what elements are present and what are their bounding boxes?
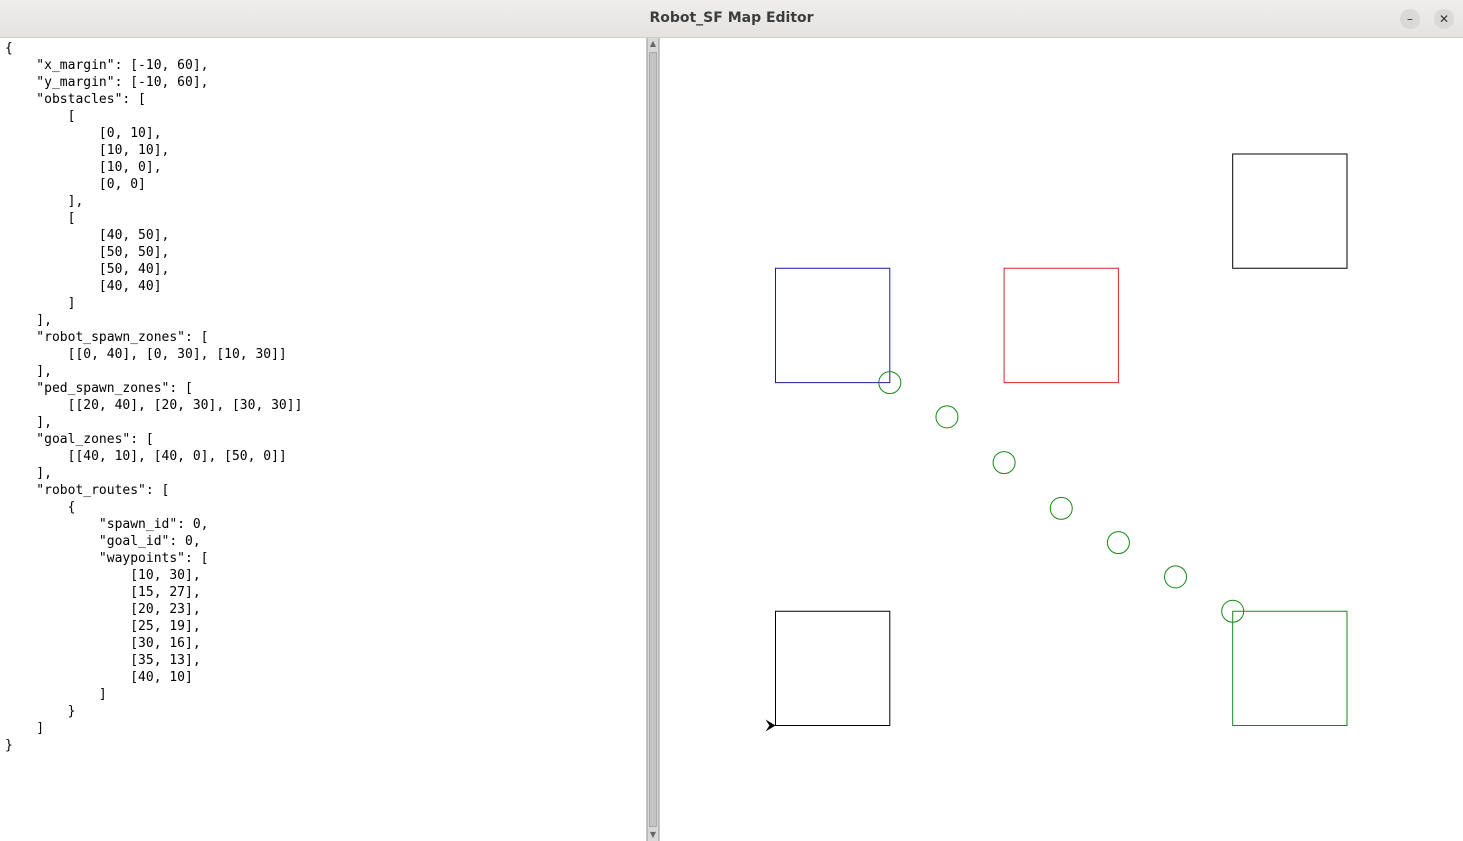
json-editor-pane[interactable]: { "x_margin": [-10, 60], "y_margin": [-1… <box>0 38 647 841</box>
close-button[interactable]: ✕ <box>1434 9 1454 29</box>
waypoint-marker[interactable] <box>1049 496 1073 520</box>
scrollbar-thumb[interactable] <box>649 52 657 827</box>
scroll-up-arrow-icon[interactable]: ▲ <box>648 38 658 50</box>
window-titlebar: Robot_SF Map Editor – ✕ <box>0 0 1463 38</box>
map-canvas-pane[interactable] <box>659 38 1463 841</box>
window-title: Robot_SF Map Editor <box>649 10 814 26</box>
map-canvas[interactable] <box>660 38 1462 841</box>
waypoint-marker[interactable] <box>992 451 1016 475</box>
ped-spawn-zone[interactable] <box>1003 267 1119 384</box>
minimize-button[interactable]: – <box>1400 9 1420 29</box>
robot-arrow-icon[interactable] <box>765 719 776 732</box>
json-editor-text[interactable]: { "x_margin": [-10, 60], "y_margin": [-1… <box>0 38 646 754</box>
waypoint-marker[interactable] <box>1164 565 1188 589</box>
robot-spawn-zone[interactable] <box>775 267 891 384</box>
obstacle-polygon[interactable] <box>775 610 891 726</box>
goal-zone[interactable] <box>1232 610 1348 726</box>
obstacle-polygon[interactable] <box>1232 153 1348 269</box>
waypoint-marker[interactable] <box>1106 531 1130 555</box>
scroll-down-arrow-icon[interactable]: ▼ <box>648 829 658 841</box>
waypoint-marker[interactable] <box>935 405 959 429</box>
editor-scrollbar[interactable]: ▲ ▼ <box>647 38 659 841</box>
